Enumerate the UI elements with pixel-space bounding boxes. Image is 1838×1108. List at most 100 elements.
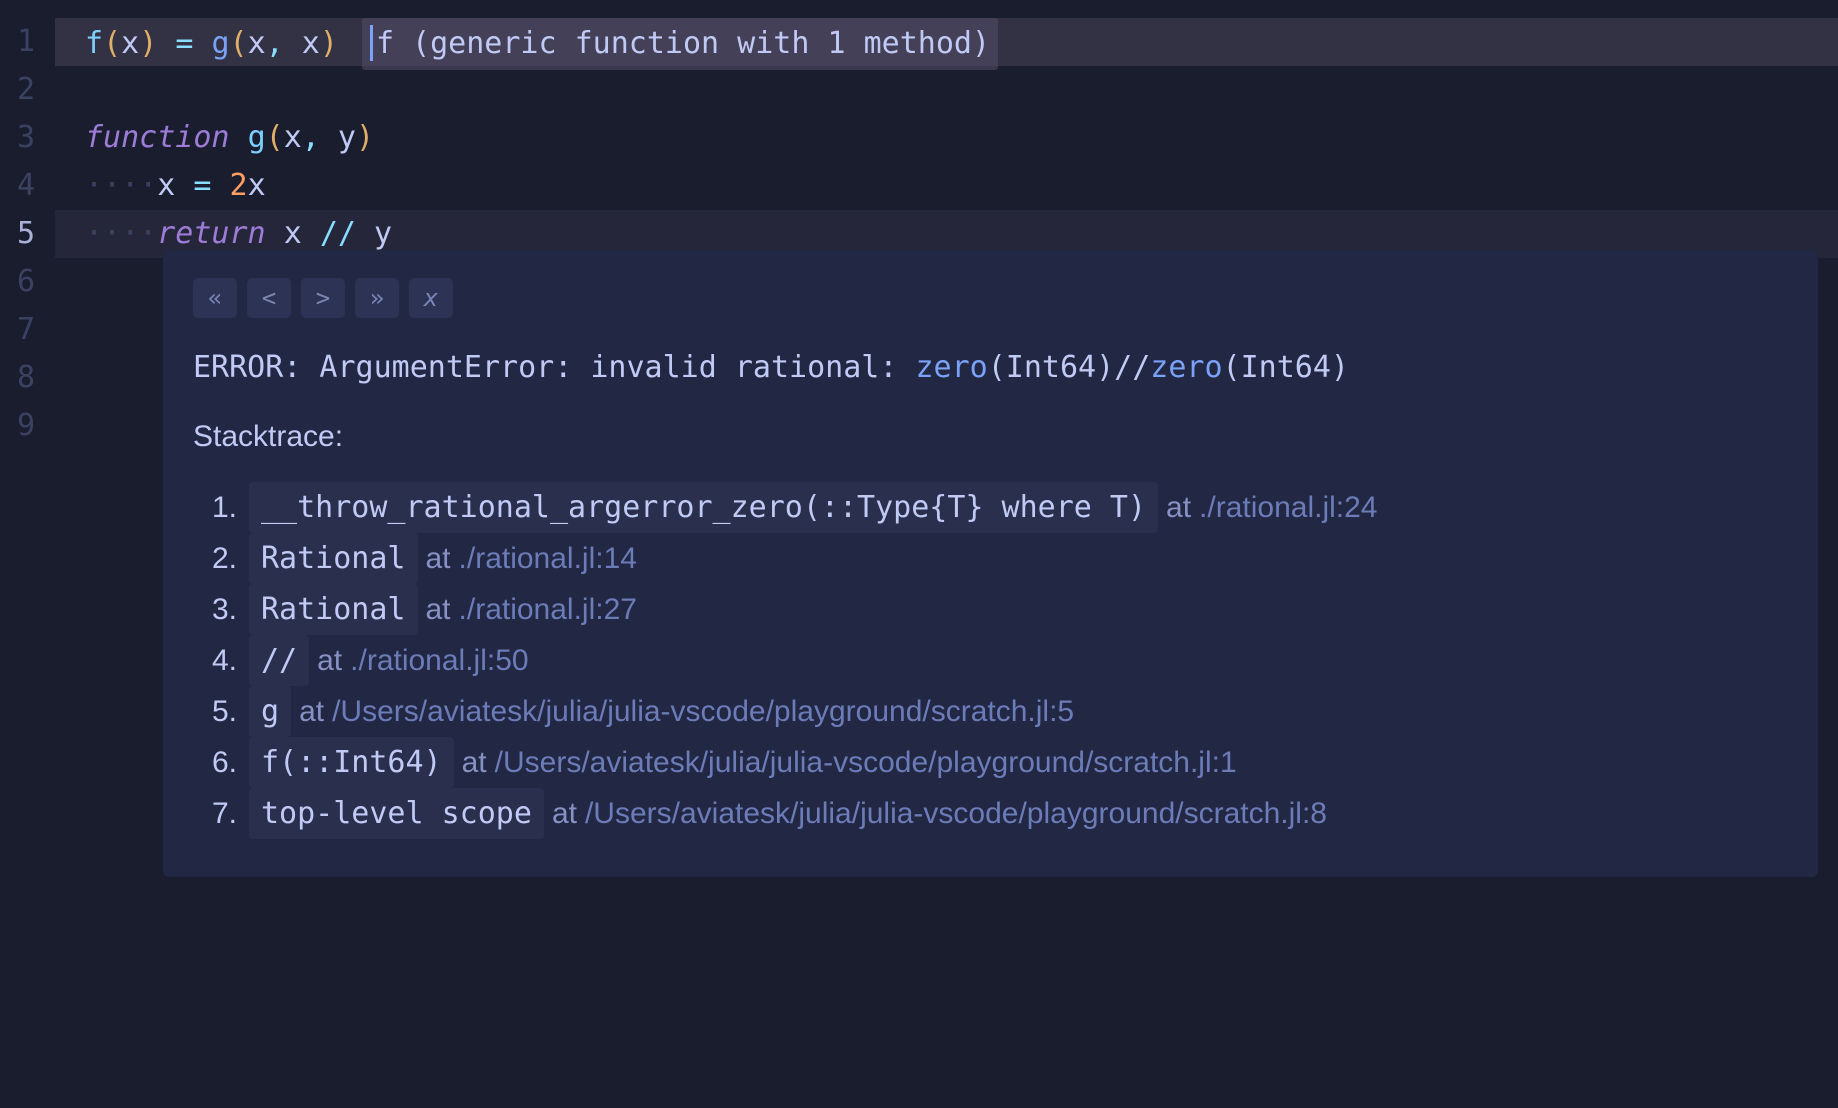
- nav-prev-button[interactable]: <: [247, 278, 291, 318]
- token-call: g: [211, 26, 229, 61]
- token-space: [338, 26, 356, 61]
- stack-frame: f(::Int64) at /Users/aviatesk/julia/juli…: [193, 737, 1788, 788]
- token-variable: y: [374, 216, 392, 251]
- panel-nav: « < > » x: [193, 278, 1788, 318]
- error-prefix: ERROR: ArgumentError: invalid rational:: [193, 350, 915, 385]
- token-space: [193, 26, 211, 61]
- stack-at: at: [426, 535, 451, 582]
- error-token: (Int64): [1223, 350, 1349, 385]
- token-operator: =: [175, 26, 193, 61]
- token-paren: (: [103, 26, 121, 61]
- token-space: [211, 168, 229, 203]
- stack-location-link[interactable]: /Users/aviatesk/julia/julia-vscode/playg…: [332, 688, 1074, 735]
- token-paren: ): [356, 120, 374, 155]
- token-operator: =: [193, 168, 211, 203]
- indent-guide: ····: [85, 216, 157, 251]
- stack-at: at: [1166, 484, 1191, 531]
- error-message: ERROR: ArgumentError: invalid rational: …: [193, 346, 1788, 390]
- token-keyword: function: [85, 120, 230, 155]
- gutter: 1 2 3 4 5 6 7 8 9: [0, 0, 55, 1108]
- token-paren: ): [320, 26, 338, 61]
- line-number[interactable]: 3: [0, 114, 55, 162]
- token-variable: x: [157, 168, 175, 203]
- stack-frame: top-level scope at /Users/aviatesk/julia…: [193, 788, 1788, 839]
- token-keyword: return: [157, 216, 265, 251]
- error-panel: « < > » x ERROR: ArgumentError: invalid …: [163, 250, 1818, 877]
- stack-function: __throw_rational_argerror_zero(::Type{T}…: [249, 482, 1158, 533]
- stacktrace-header: Stacktrace:: [193, 420, 1788, 454]
- nav-last-button[interactable]: »: [355, 278, 399, 318]
- stack-function: Rational: [249, 584, 418, 635]
- token-function-name: f: [85, 26, 103, 61]
- stack-location-link[interactable]: /Users/aviatesk/julia/julia-vscode/playg…: [585, 790, 1327, 837]
- token-variable: x: [248, 168, 266, 203]
- token-paren: ): [139, 26, 157, 61]
- token-space: [175, 168, 193, 203]
- stack-function: f(::Int64): [249, 737, 454, 788]
- token-variable: x: [248, 26, 266, 61]
- error-token: zero: [1150, 350, 1222, 385]
- stack-function: Rational: [249, 533, 418, 584]
- token-variable: x: [284, 120, 302, 155]
- token-space: [266, 216, 284, 251]
- stack-function: g: [249, 686, 291, 737]
- code-line-2[interactable]: [55, 66, 1838, 114]
- line-number[interactable]: 6: [0, 258, 55, 306]
- indent-guide: ····: [85, 168, 157, 203]
- stack-location-link[interactable]: ./rational.jl:50: [350, 637, 528, 684]
- line-number[interactable]: 1: [0, 18, 55, 66]
- line-number[interactable]: 8: [0, 354, 55, 402]
- error-token: zero: [915, 350, 987, 385]
- code-area[interactable]: f(x) = g(x, x) f (generic function with …: [55, 0, 1838, 1108]
- token-number: 2: [230, 168, 248, 203]
- token-space: [356, 216, 374, 251]
- nav-first-button[interactable]: «: [193, 278, 237, 318]
- stack-function: top-level scope: [249, 788, 544, 839]
- stacktrace-list: __throw_rational_argerror_zero(::Type{T}…: [193, 482, 1788, 839]
- line-number[interactable]: 7: [0, 306, 55, 354]
- line-number[interactable]: 5: [0, 210, 55, 258]
- stack-at: at: [299, 688, 324, 735]
- stack-location-link[interactable]: ./rational.jl:24: [1199, 484, 1377, 531]
- stack-at: at: [426, 586, 451, 633]
- stack-at: at: [462, 739, 487, 786]
- token-variable: y: [338, 120, 356, 155]
- token-comma: ,: [266, 26, 284, 61]
- code-line-1[interactable]: f(x) = g(x, x) f (generic function with …: [55, 18, 1838, 66]
- token-paren: (: [266, 120, 284, 155]
- token-space: [157, 26, 175, 61]
- token-space: [302, 216, 320, 251]
- nav-close-button[interactable]: x: [409, 278, 453, 318]
- token-variable: x: [302, 26, 320, 61]
- stack-frame: Rational at ./rational.jl:14: [193, 533, 1788, 584]
- cursor-icon: [370, 25, 373, 61]
- token-paren: (: [230, 26, 248, 61]
- token-space: [320, 120, 338, 155]
- stack-function: //: [249, 635, 309, 686]
- stack-frame: g at /Users/aviatesk/julia/julia-vscode/…: [193, 686, 1788, 737]
- stack-location-link[interactable]: ./rational.jl:14: [459, 535, 637, 582]
- stack-location-link[interactable]: ./rational.jl:27: [459, 586, 637, 633]
- token-variable: x: [284, 216, 302, 251]
- inline-result[interactable]: f (generic function with 1 method): [362, 18, 998, 70]
- stack-frame: Rational at ./rational.jl:27: [193, 584, 1788, 635]
- token-function-name: g: [248, 120, 266, 155]
- editor-root: 1 2 3 4 5 6 7 8 9 f(x) = g(x, x) f (gene…: [0, 0, 1838, 1108]
- stack-at: at: [552, 790, 577, 837]
- error-token: (Int64): [988, 350, 1114, 385]
- token-operator: //: [320, 216, 356, 251]
- line-number[interactable]: 4: [0, 162, 55, 210]
- line-number[interactable]: 2: [0, 66, 55, 114]
- token-space: [230, 120, 248, 155]
- nav-next-button[interactable]: >: [301, 278, 345, 318]
- token-variable: x: [121, 26, 139, 61]
- stack-location-link[interactable]: /Users/aviatesk/julia/julia-vscode/playg…: [495, 739, 1237, 786]
- stack-frame: // at ./rational.jl:50: [193, 635, 1788, 686]
- code-line-4[interactable]: ····x = 2x: [55, 162, 1838, 210]
- inline-result-text: f (generic function with 1 method): [376, 26, 990, 61]
- code-line-3[interactable]: function g(x, y): [55, 114, 1838, 162]
- stack-at: at: [317, 637, 342, 684]
- token-space: [284, 26, 302, 61]
- stack-frame: __throw_rational_argerror_zero(::Type{T}…: [193, 482, 1788, 533]
- line-number[interactable]: 9: [0, 402, 55, 450]
